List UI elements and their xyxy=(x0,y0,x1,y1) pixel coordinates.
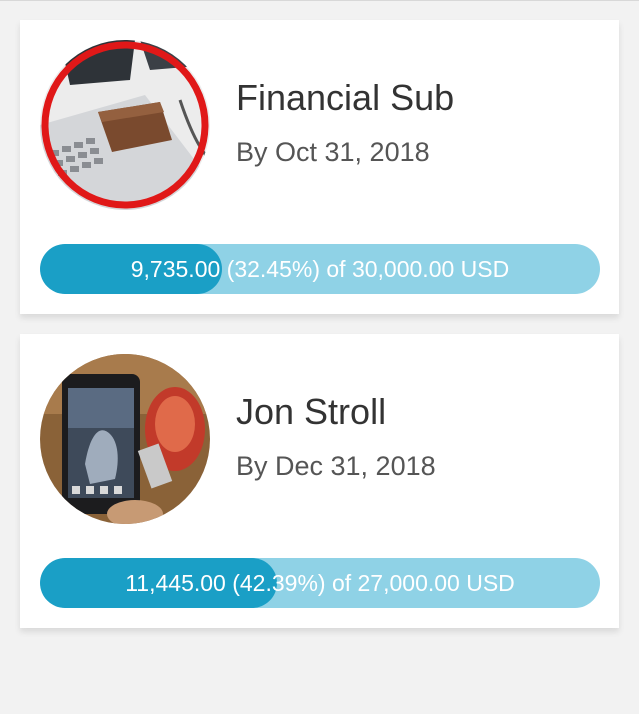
goal-card[interactable]: Financial Sub By Oct 31, 2018 9,735.00 (… xyxy=(20,20,619,314)
goal-avatar-wallet xyxy=(40,40,210,210)
goal-title: Jon Stroll xyxy=(236,391,387,432)
goal-progress-bar: 9,735.00 (32.45%) of 30,000.00 USD xyxy=(40,244,600,294)
goal-title: Financial Sub xyxy=(236,77,455,118)
wallet-photo-icon xyxy=(40,40,210,210)
goal-progress-bar: 11,445.00 (42.39%) of 27,000.00 USD xyxy=(40,558,600,608)
phone-photo-icon xyxy=(40,354,210,524)
goal-deadline: By Dec 31, 2018 xyxy=(236,451,436,481)
goal-card[interactable]: Jon Stroll By Dec 31, 2018 11,445.00 (42… xyxy=(20,334,619,628)
goal-avatar-phone xyxy=(40,354,210,524)
goal-deadline: By Oct 31, 2018 xyxy=(236,137,430,167)
top-divider xyxy=(0,0,639,1)
goal-progress-label: 9,735.00 (32.45%) of 30,000.00 USD xyxy=(130,256,510,282)
goal-progress-label: 11,445.00 (42.39%) of 27,000.00 USD xyxy=(125,570,515,596)
